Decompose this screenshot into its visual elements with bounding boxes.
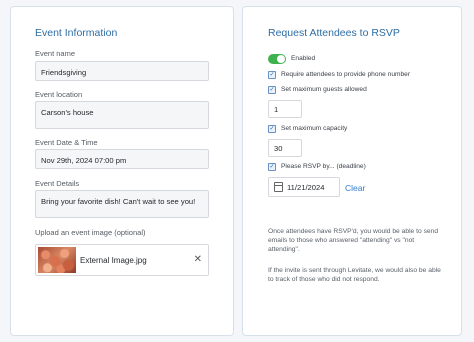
max-guests-input[interactable]: 1 bbox=[268, 100, 302, 118]
max-guests-label: Set maximum guests allowed bbox=[281, 86, 367, 93]
upload-image-label: Upload an event image (optional) bbox=[35, 228, 146, 237]
rsvp-title: Request Attendees to RSVP bbox=[268, 27, 400, 39]
event-name-label: Event name bbox=[35, 49, 76, 58]
event-location-label: Event location bbox=[35, 90, 83, 99]
event-information-title: Event Information bbox=[35, 27, 118, 39]
uploaded-image-filename: External Image.jpg bbox=[80, 256, 147, 265]
event-details-label: Event Details bbox=[35, 179, 80, 188]
event-location-input[interactable]: Carson's house bbox=[35, 101, 209, 129]
max-capacity-label: Set maximum capacity bbox=[281, 125, 348, 132]
require-phone-checkbox[interactable]: ✓ bbox=[268, 71, 276, 79]
rsvp-panel: Request Attendees to RSVP Enabled ✓ Requ… bbox=[242, 6, 462, 336]
max-capacity-input[interactable]: 30 bbox=[268, 139, 302, 157]
clear-deadline-link[interactable]: Clear bbox=[345, 183, 365, 193]
event-information-panel: Event Information Event name Friendsgivi… bbox=[10, 6, 234, 336]
rsvp-deadline-input[interactable]: 11/21/2024 bbox=[268, 177, 340, 197]
event-details-input[interactable]: Bring your favorite dish! Can't wait to … bbox=[35, 190, 209, 218]
max-guests-checkbox[interactable]: ✓ bbox=[268, 86, 276, 94]
rsvp-enabled-label: Enabled bbox=[291, 55, 316, 62]
calendar-icon bbox=[274, 182, 283, 192]
event-name-input[interactable]: Friendsgiving bbox=[35, 61, 209, 81]
rsvp-deadline-checkbox[interactable]: ✓ bbox=[268, 163, 276, 171]
rsvp-deadline-value: 11/21/2024 bbox=[287, 183, 325, 192]
rsvp-deadline-label: Please RSVP by... (deadline) bbox=[281, 163, 366, 170]
uploaded-image-thumbnail bbox=[38, 247, 76, 273]
event-datetime-input[interactable]: Nov 29th, 2024 07:00 pm bbox=[35, 149, 209, 169]
rsvp-info-email: Once attendees have RSVP'd, you would be… bbox=[268, 228, 439, 253]
close-icon[interactable]: ✕ bbox=[194, 254, 202, 266]
require-phone-label: Require attendees to provide phone numbe… bbox=[281, 71, 411, 78]
event-datetime-label: Event Date & Time bbox=[35, 138, 98, 147]
rsvp-info-tracking: If the invite is sent through Levitate, … bbox=[268, 267, 441, 283]
uploaded-image-item: External Image.jpg ✕ bbox=[35, 244, 209, 276]
rsvp-enabled-toggle[interactable] bbox=[268, 54, 286, 64]
max-capacity-checkbox[interactable]: ✓ bbox=[268, 125, 276, 133]
